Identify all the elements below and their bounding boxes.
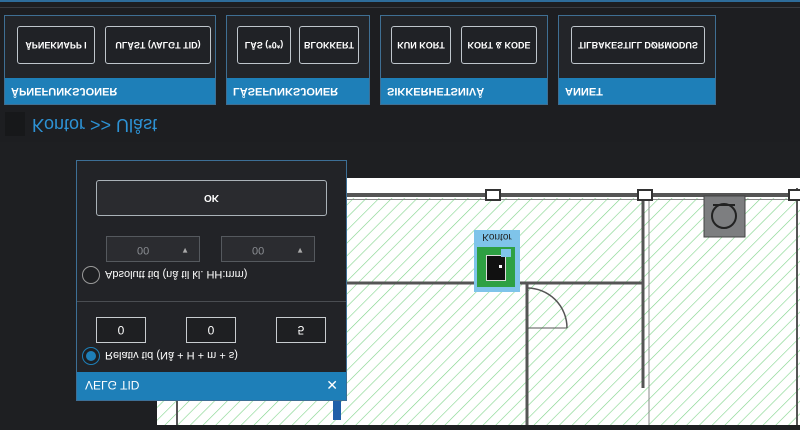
relative-seconds-input[interactable]: 0: [96, 317, 146, 343]
lock-button[interactable]: LÅS (*0*): [237, 26, 291, 64]
group-security-level: KUN KORT KORT & KODE SIKKERHETSNIVÅ: [380, 15, 548, 105]
card-and-code-button[interactable]: KORT & KODE: [461, 26, 537, 64]
reset-door-mode-button[interactable]: TILBAKESTILL DØRMODUS: [571, 26, 705, 64]
absolute-hours-select[interactable]: 00 ▼: [221, 236, 315, 262]
room-label: Kontor: [482, 231, 512, 242]
top-toolbar: ÅPNEKNAPP I ULÅST (VALGT TID) ÅPNEFUNKSJ…: [0, 0, 800, 142]
group-caption-lock: LÅSEFUNKSJONER: [227, 78, 369, 104]
room-door-marker[interactable]: Kontor: [474, 230, 520, 292]
absolute-time-label: Absolutt tid (nå til kl. HH:mm): [105, 268, 248, 280]
absolute-hours-value: 00: [252, 244, 265, 256]
dialog-title-bar: VELG TID ✕: [77, 372, 346, 400]
group-lock-functions: LÅS (*0*) BLOKKERT LÅSEFUNKSJONER: [226, 15, 370, 105]
group-caption-other: ANNET: [559, 78, 715, 104]
door-icon: [477, 247, 515, 287]
close-icon[interactable]: ✕: [326, 377, 338, 394]
group-other: TILBAKESTILL DØRMODUS ANNET: [558, 15, 716, 105]
absolute-minutes-value: 00: [137, 244, 150, 256]
relative-time-radio[interactable]: [82, 347, 100, 365]
group-caption-security: SIKKERHETSNIVÅ: [381, 78, 547, 104]
breadcrumb: Kontor >> Ulåst: [32, 115, 158, 135]
card-only-button[interactable]: KUN KORT: [391, 26, 451, 64]
dialog-divider: [77, 301, 346, 302]
relative-time-label: Relativ tid (Nå + H + m + s): [105, 349, 238, 361]
breadcrumb-icon: [5, 112, 25, 136]
unlocked-selected-time-button[interactable]: ULÅST (VALGT TID): [105, 26, 211, 64]
select-time-dialog: OK 00 ▼ 00 ▼ Absolutt tid (nå til kl. HH…: [76, 160, 347, 401]
relative-minutes-input[interactable]: 0: [186, 317, 236, 343]
absolute-time-radio[interactable]: [82, 266, 100, 284]
spin-arrow-icon: ▼: [296, 246, 304, 255]
group-open-functions: ÅPNEKNAPP I ULÅST (VALGT TID) ÅPNEFUNKSJ…: [4, 15, 216, 105]
relative-hours-input[interactable]: 5: [276, 317, 326, 343]
blocked-button[interactable]: BLOKKERT: [299, 26, 359, 64]
ok-button[interactable]: OK: [96, 180, 327, 216]
spin-arrow-icon: ▼: [181, 246, 189, 255]
dialog-title: VELG TID: [85, 378, 140, 392]
group-caption-open: ÅPNEFUNKSJONER: [5, 78, 215, 104]
open-button-1[interactable]: ÅPNEKNAPP I: [17, 26, 95, 64]
absolute-minutes-select[interactable]: 00 ▼: [106, 236, 200, 262]
